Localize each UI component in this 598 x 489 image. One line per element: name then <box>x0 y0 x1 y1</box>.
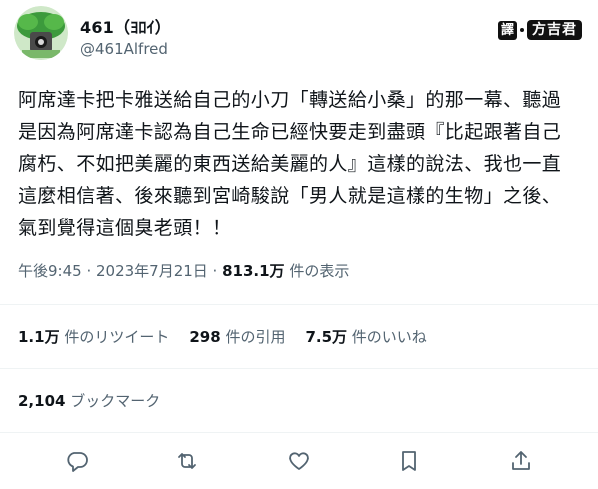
tweet-text: 阿席達卡把卡雅送給自己的小刀「轉送給小桑」的那一幕、聽過 是因為阿席達卡認為自己… <box>18 89 562 239</box>
share-icon <box>512 451 530 470</box>
divider <box>0 368 598 369</box>
quotes-label: 件の引用 <box>220 328 286 346</box>
avatar[interactable] <box>14 6 68 60</box>
retweets-label: 件のリツイート <box>59 328 170 346</box>
display-name[interactable]: 461（ﾖﾛｲ） <box>80 14 171 38</box>
retweets-stat[interactable]: 1.1万 件のリツイート <box>18 326 169 347</box>
views-count: 813.1万 <box>222 262 285 280</box>
tweet-stats: 1.1万 件のリツイート 298 件の引用 7.5万 件のいいね <box>18 326 427 347</box>
watermark-dot <box>520 28 524 32</box>
bookmarks-label: ブックマーク <box>65 392 161 410</box>
watermark-box: 譯 <box>497 20 517 40</box>
bookmarks-stat[interactable]: 2,104 ブックマーク <box>18 390 160 411</box>
tweet-timestamp[interactable]: 午後9:45 · 2023年7月21日 · <box>18 262 222 280</box>
retweet-button[interactable] <box>170 444 204 478</box>
views-label: 件の表示 <box>284 262 350 280</box>
reply-icon <box>67 452 88 472</box>
divider <box>0 304 598 305</box>
likes-count: 7.5万 <box>305 328 348 346</box>
like-button[interactable] <box>282 444 316 478</box>
heart-icon <box>289 452 309 470</box>
likes-label: 件のいいね <box>347 328 427 346</box>
tweet-meta: 午後9:45 · 2023年7月21日 · 813.1万 件の表示 <box>18 260 349 281</box>
bookmark-button[interactable] <box>392 444 426 478</box>
bookmark-icon <box>402 451 416 471</box>
divider <box>0 432 598 433</box>
likes-stat[interactable]: 7.5万 件のいいね <box>305 326 426 347</box>
retweets-count: 1.1万 <box>18 328 60 346</box>
quotes-count: 298 <box>189 328 221 346</box>
watermark: 譯 方吉君 <box>497 20 582 40</box>
avatar-icon <box>14 6 68 60</box>
bookmarks-count: 2,104 <box>18 392 66 410</box>
share-button[interactable] <box>504 444 538 478</box>
quotes-stat[interactable]: 298 件の引用 <box>189 326 285 347</box>
reply-button[interactable] <box>60 444 94 478</box>
retweet-icon <box>178 453 196 469</box>
watermark-text: 方吉君 <box>527 20 582 40</box>
user-handle[interactable]: @461Alfred <box>80 40 168 58</box>
action-bar <box>0 444 598 478</box>
